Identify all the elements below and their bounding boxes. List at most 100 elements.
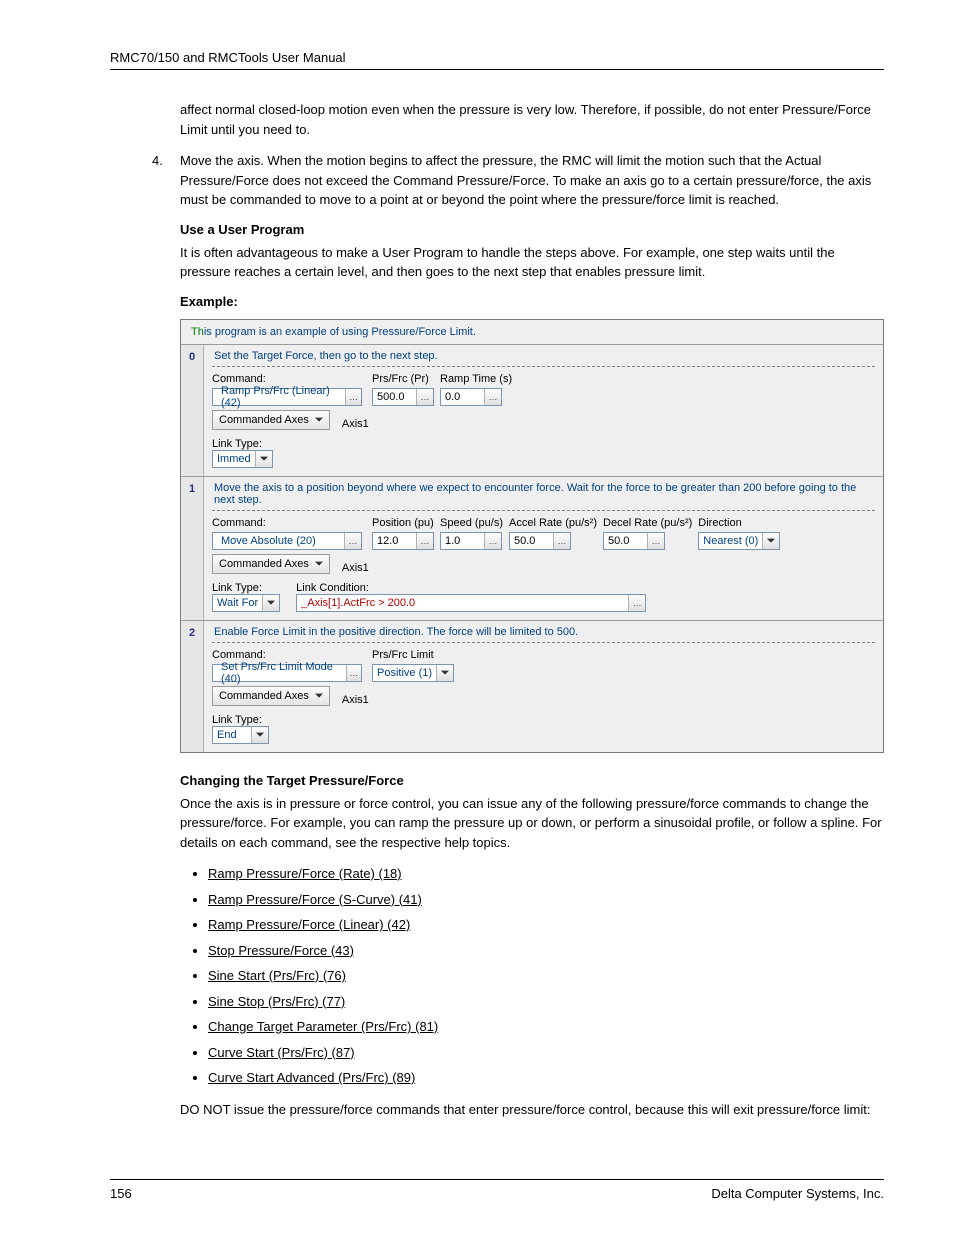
step-1-p2[interactable]: 50.0 …: [509, 532, 571, 550]
ellipsis-icon[interactable]: …: [484, 533, 501, 549]
commanded-axes-btn[interactable]: Commanded Axes: [212, 554, 330, 574]
list-item: Sine Start (Prs/Frc) (76): [208, 966, 884, 986]
step-1-linkcond-val: _Axis[1].ActFrc > 200.0: [297, 597, 419, 609]
cmdaxes-lbl: Commanded Axes: [219, 558, 309, 570]
step-0-num: 0: [181, 345, 204, 476]
cmd-link-7[interactable]: Curve Start (Prs/Frc) (87): [208, 1045, 355, 1060]
step-1-linktype-val: Wait For: [213, 597, 262, 609]
step-2-prsfrclimit[interactable]: Positive (1): [372, 664, 454, 682]
page-number: 156: [110, 1186, 132, 1201]
step-2-cmd[interactable]: Set Prs/Frc Limit Mode (40) …: [212, 664, 362, 682]
intro-cont: affect normal closed-loop motion even wh…: [120, 100, 884, 139]
use-head: Use a User Program: [180, 222, 884, 237]
chevron-down-icon[interactable]: [436, 665, 453, 681]
footer: 156 Delta Computer Systems, Inc.: [110, 1179, 884, 1201]
changing-body: Once the axis is in pressure or force co…: [120, 794, 884, 853]
lbl-command: Command:: [212, 649, 362, 661]
lbl-ramptime: Ramp Time (s): [440, 373, 512, 385]
lbl-accel: Accel Rate (pu/s²): [509, 517, 597, 529]
ellipsis-icon[interactable]: …: [628, 595, 645, 611]
commanded-axes-btn[interactable]: Commanded Axes: [212, 410, 330, 430]
chevron-down-icon: [315, 693, 323, 699]
step-1-direction[interactable]: Nearest (0): [698, 532, 780, 550]
step-1-cmd-val: Move Absolute (20): [217, 535, 320, 547]
step-1-direction-val: Nearest (0): [699, 535, 762, 547]
ellipsis-icon[interactable]: …: [647, 533, 664, 549]
linkcond-lbl: Link Condition:: [296, 582, 875, 594]
step-1-p0[interactable]: 12.0 …: [372, 532, 434, 550]
list-item: Ramp Pressure/Force (Linear) (42): [208, 915, 884, 935]
step-2-linktype-val: End: [213, 729, 251, 741]
step-1-linkcond[interactable]: _Axis[1].ActFrc > 200.0 …: [296, 594, 646, 612]
step-2-desc: Enable Force Limit in the positive direc…: [212, 621, 875, 643]
lbl-prsfrclimit: Prs/Frc Limit: [372, 649, 454, 661]
use-body: It is often advantageous to make a User …: [120, 243, 884, 282]
step-0-cmd[interactable]: Ramp Prs/Frc (Linear) (42) …: [212, 388, 362, 406]
chevron-down-icon: [315, 417, 323, 423]
cmd-link-8[interactable]: Curve Start Advanced (Prs/Frc) (89): [208, 1070, 415, 1085]
list-text-4: Move the axis. When the motion begins to…: [180, 151, 884, 210]
cmd-link-4[interactable]: Sine Start (Prs/Frc) (76): [208, 968, 346, 983]
chevron-down-icon: [315, 561, 323, 567]
chevron-down-icon[interactable]: [762, 533, 779, 549]
cmd-link-0[interactable]: Ramp Pressure/Force (Rate) (18): [208, 866, 402, 881]
step-1-p1[interactable]: 1.0 …: [440, 532, 502, 550]
cmdaxes-lbl: Commanded Axes: [219, 414, 309, 426]
list-item: Curve Start (Prs/Frc) (87): [208, 1043, 884, 1063]
cmd-link-2[interactable]: Ramp Pressure/Force (Linear) (42): [208, 917, 410, 932]
step-1-p3-val: 50.0: [604, 535, 642, 547]
cmd-link-3[interactable]: Stop Pressure/Force (43): [208, 943, 354, 958]
lbl-position: Position (pu): [372, 517, 434, 529]
step-1-num: 1: [181, 477, 204, 620]
step-1-desc: Move the axis to a position beyond where…: [212, 477, 875, 511]
linktype-lbl: Link Type:: [212, 714, 875, 726]
ellipsis-icon[interactable]: …: [416, 389, 433, 405]
chevron-down-icon[interactable]: [251, 727, 268, 743]
step-0-p1[interactable]: 0.0 …: [440, 388, 502, 406]
command-link-list: Ramp Pressure/Force (Rate) (18) Ramp Pre…: [180, 864, 884, 1088]
list-item: Stop Pressure/Force (43): [208, 941, 884, 961]
list-item: Ramp Pressure/Force (S-Curve) (41): [208, 890, 884, 910]
axis1-txt: Axis1: [336, 694, 369, 706]
program-title: This program is an example of using Pres…: [181, 320, 883, 344]
ellipsis-icon[interactable]: …: [553, 533, 570, 549]
step-0: 0 Set the Target Force, then go to the n…: [181, 344, 883, 476]
step-1-p1-val: 1.0: [441, 535, 479, 547]
ellipsis-icon[interactable]: …: [416, 533, 433, 549]
lbl-speed: Speed (pu/s): [440, 517, 503, 529]
axis1-txt: Axis1: [336, 418, 369, 430]
linktype-lbl: Link Type:: [212, 438, 875, 450]
ellipsis-icon[interactable]: …: [346, 665, 361, 681]
cmdaxes-lbl: Commanded Axes: [219, 690, 309, 702]
ellipsis-icon[interactable]: …: [345, 389, 361, 405]
step-1-linktype[interactable]: Wait For: [212, 594, 280, 612]
lbl-decel: Decel Rate (pu/s²): [603, 517, 692, 529]
lbl-direction: Direction: [698, 517, 780, 529]
header: RMC70/150 and RMCTools User Manual: [110, 50, 884, 70]
chevron-down-icon[interactable]: [262, 595, 279, 611]
ellipsis-icon[interactable]: …: [344, 533, 361, 549]
step-2-linktype[interactable]: End: [212, 726, 269, 744]
step-1: 1 Move the axis to a position beyond whe…: [181, 476, 883, 620]
cmd-link-1[interactable]: Ramp Pressure/Force (S-Curve) (41): [208, 892, 422, 907]
commanded-axes-btn[interactable]: Commanded Axes: [212, 686, 330, 706]
cmd-link-6[interactable]: Change Target Parameter (Prs/Frc) (81): [208, 1019, 438, 1034]
step-0-p0-val: 500.0: [373, 391, 411, 403]
step-1-p3[interactable]: 50.0 …: [603, 532, 665, 550]
list-num-4: 4.: [152, 151, 180, 210]
step-2: 2 Enable Force Limit in the positive dir…: [181, 620, 883, 752]
list-item-4: 4. Move the axis. When the motion begins…: [152, 151, 884, 210]
step-0-p0[interactable]: 500.0 …: [372, 388, 434, 406]
ellipsis-icon[interactable]: …: [484, 389, 501, 405]
step-0-cmd-val: Ramp Prs/Frc (Linear) (42): [217, 385, 345, 409]
cmd-link-5[interactable]: Sine Stop (Prs/Frc) (77): [208, 994, 345, 1009]
lbl-command: Command:: [212, 517, 362, 529]
chevron-down-icon[interactable]: [255, 451, 272, 467]
list-item: Change Target Parameter (Prs/Frc) (81): [208, 1017, 884, 1037]
step-1-cmd[interactable]: Move Absolute (20) …: [212, 532, 362, 550]
step-2-prsfrclimit-val: Positive (1): [373, 667, 436, 679]
step-0-linktype-val: Immed: [213, 453, 255, 465]
lbl-prsfrc: Prs/Frc (Pr): [372, 373, 434, 385]
step-0-linktype[interactable]: Immed: [212, 450, 273, 468]
changing-head: Changing the Target Pressure/Force: [180, 773, 884, 788]
